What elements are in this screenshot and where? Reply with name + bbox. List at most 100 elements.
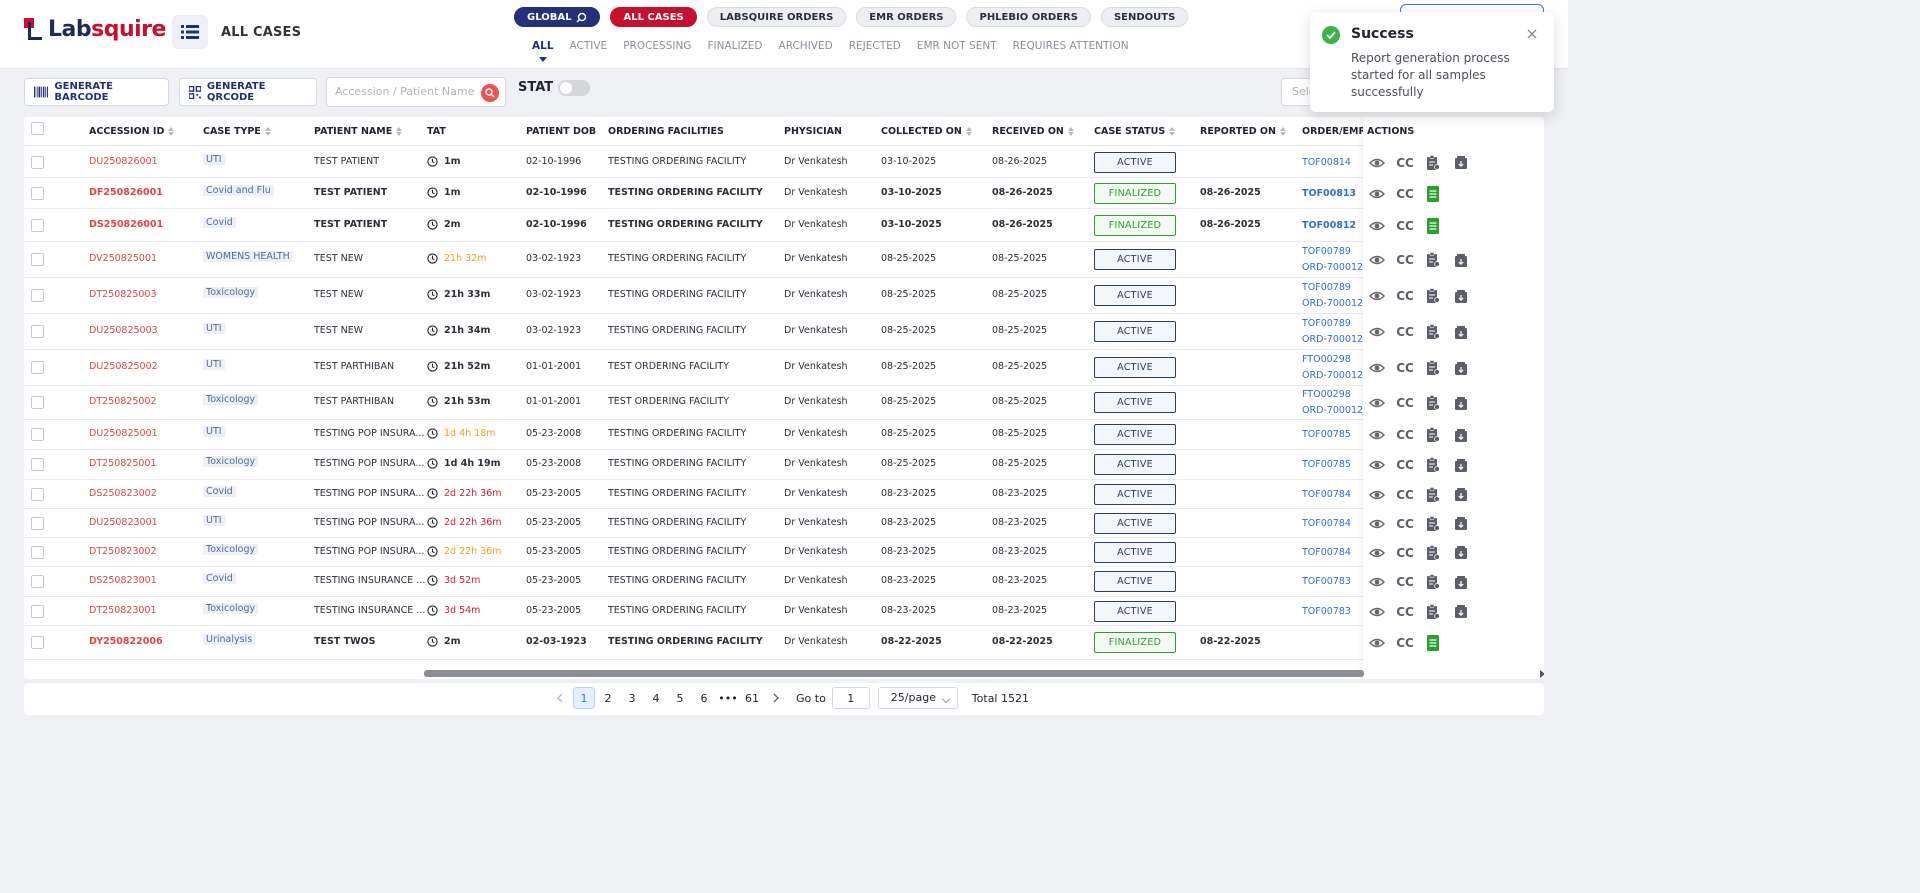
clipboard-icon[interactable]	[1426, 154, 1440, 171]
cc-action[interactable]: CC	[1395, 322, 1415, 342]
eye-icon[interactable]	[1369, 289, 1385, 303]
archive-icon[interactable]	[1454, 428, 1468, 443]
eye-icon[interactable]	[1369, 325, 1385, 339]
eye-icon[interactable]	[1369, 253, 1385, 267]
report-action[interactable]	[1423, 572, 1443, 592]
row-checkbox[interactable]	[31, 517, 44, 530]
stat-toggle[interactable]	[558, 80, 590, 96]
archive-action[interactable]	[1451, 602, 1471, 622]
sort-icon[interactable]	[264, 127, 271, 136]
sort-icon[interactable]	[1279, 127, 1286, 136]
archive-action[interactable]	[1451, 572, 1471, 592]
column-header-case-type[interactable]: CASE TYPE	[203, 126, 271, 137]
row-checkbox[interactable]	[31, 488, 44, 501]
table-row[interactable]: DT250825001 Toxicology TESTING POP INSURA.…	[24, 450, 1544, 480]
accession-id-link[interactable]: DU250825002	[89, 361, 158, 372]
report-document-icon[interactable]	[1426, 634, 1440, 652]
report-action[interactable]	[1423, 184, 1443, 204]
eye-icon[interactable]	[1369, 636, 1385, 650]
eye-icon[interactable]	[1369, 605, 1385, 619]
view-action[interactable]	[1367, 184, 1387, 204]
pill-sendouts[interactable]: SENDOUTS	[1100, 7, 1189, 27]
table-row[interactable]: DU250826001 UTI TEST PATIENT 1m 02-10-1996 TE…	[24, 147, 1544, 178]
order-id-link[interactable]: TOF00812	[1302, 218, 1366, 234]
view-action[interactable]	[1367, 633, 1387, 653]
view-action[interactable]	[1367, 286, 1387, 306]
cc-action[interactable]: CC	[1395, 286, 1415, 306]
clipboard-icon[interactable]	[1426, 288, 1440, 304]
page-1-button[interactable]: 1	[573, 687, 595, 709]
page-6-button[interactable]: 6	[693, 687, 715, 709]
page-3-button[interactable]: 3	[621, 687, 643, 709]
archive-action[interactable]	[1451, 425, 1471, 445]
page-ellipsis-button[interactable]: •••	[717, 687, 739, 709]
pill-phlebio-orders[interactable]: PHLEBIO ORDERS	[966, 7, 1091, 27]
table-row[interactable]: DU250825003 UTI TEST NEW 21h 34m 03-02-1923 T…	[24, 314, 1544, 350]
archive-icon[interactable]	[1454, 458, 1468, 473]
order-id-link[interactable]: TOF00784	[1302, 516, 1366, 532]
sort-icon[interactable]	[1169, 127, 1176, 136]
report-action[interactable]	[1423, 543, 1443, 563]
clipboard-icon[interactable]	[1426, 427, 1440, 443]
accession-id-link[interactable]: DS250826001	[89, 219, 163, 230]
order-id-link[interactable]: TOF00814	[1302, 155, 1366, 171]
table-row[interactable]: DS250826001 Covid TEST PATIENT 2m 02-10-1996…	[24, 209, 1544, 242]
goto-page-input[interactable]: 1	[831, 687, 870, 709]
accession-id-link[interactable]: DT250825001	[89, 458, 157, 469]
close-icon[interactable]	[1526, 28, 1538, 40]
archive-icon[interactable]	[1454, 575, 1468, 590]
tab-finalized[interactable]: FINALIZED	[707, 40, 762, 52]
order-id-link[interactable]: TOF00784	[1302, 545, 1366, 561]
row-checkbox[interactable]	[31, 253, 44, 266]
order-id-link[interactable]: FTO00298	[1302, 352, 1366, 368]
view-action[interactable]	[1367, 455, 1387, 475]
order-id-link[interactable]: TOF00785	[1302, 457, 1366, 473]
accession-id-link[interactable]: DT250825003	[89, 289, 157, 300]
archive-icon[interactable]	[1454, 487, 1468, 502]
eye-icon[interactable]	[1369, 428, 1385, 442]
order-id-link[interactable]: ORD-7000122	[1302, 332, 1366, 348]
clipboard-icon[interactable]	[1426, 252, 1440, 268]
sort-icon[interactable]	[965, 127, 972, 136]
accession-id-link[interactable]: DS250823001	[89, 575, 157, 586]
scroll-right-icon[interactable]	[1540, 670, 1544, 678]
table-row[interactable]: DT250825003 Toxicology TEST NEW 21h 33m 03-0…	[24, 278, 1544, 314]
row-checkbox[interactable]	[31, 361, 44, 374]
generate-barcode-button[interactable]: GENERATE BARCODE	[24, 78, 169, 106]
report-action[interactable]	[1423, 425, 1443, 445]
accession-id-link[interactable]: DT250823001	[89, 605, 157, 616]
archive-icon[interactable]	[1454, 516, 1468, 531]
eye-icon[interactable]	[1369, 517, 1385, 531]
eye-icon[interactable]	[1369, 458, 1385, 472]
report-action[interactable]	[1423, 633, 1443, 653]
table-row[interactable]: DS250823001 Covid TESTING INSURANCE ... 3d …	[24, 567, 1544, 597]
report-action[interactable]	[1423, 216, 1443, 236]
table-row[interactable]: DF250826001 Covid and Flu TEST PATIENT 1m 02…	[24, 178, 1544, 209]
accession-id-link[interactable]: DU250823001	[89, 517, 158, 528]
archive-icon[interactable]	[1454, 155, 1468, 170]
sort-icon[interactable]	[168, 127, 175, 136]
order-id-link[interactable]: FTO00298	[1302, 387, 1366, 403]
pill-all-cases[interactable]: ALL CASES	[610, 7, 697, 27]
order-id-link[interactable]: TOF00789	[1302, 316, 1366, 332]
cc-action[interactable]: CC	[1395, 216, 1415, 236]
generate-qrcode-button[interactable]: GENERATE QRCODE	[179, 78, 317, 106]
report-action[interactable]	[1423, 514, 1443, 534]
table-row[interactable]: DU250825001 UTI TESTING POP INSURA... 1d 4h…	[24, 420, 1544, 450]
row-checkbox[interactable]	[31, 575, 44, 588]
cc-action[interactable]: CC	[1395, 633, 1415, 653]
accession-id-link[interactable]: DY250822006	[89, 636, 163, 647]
view-action[interactable]	[1367, 322, 1387, 342]
clipboard-icon[interactable]	[1426, 486, 1440, 503]
cc-action[interactable]: CC	[1395, 485, 1415, 505]
eye-icon[interactable]	[1369, 575, 1385, 589]
prev-page-button[interactable]	[549, 687, 571, 709]
view-action[interactable]	[1367, 514, 1387, 534]
eye-icon[interactable]	[1369, 156, 1385, 170]
report-action[interactable]	[1423, 322, 1443, 342]
column-header-reported-on[interactable]: REPORTED ON	[1200, 126, 1286, 137]
report-action[interactable]	[1423, 153, 1443, 173]
eye-icon[interactable]	[1369, 361, 1385, 375]
report-action[interactable]	[1423, 485, 1443, 505]
archive-icon[interactable]	[1454, 289, 1468, 304]
